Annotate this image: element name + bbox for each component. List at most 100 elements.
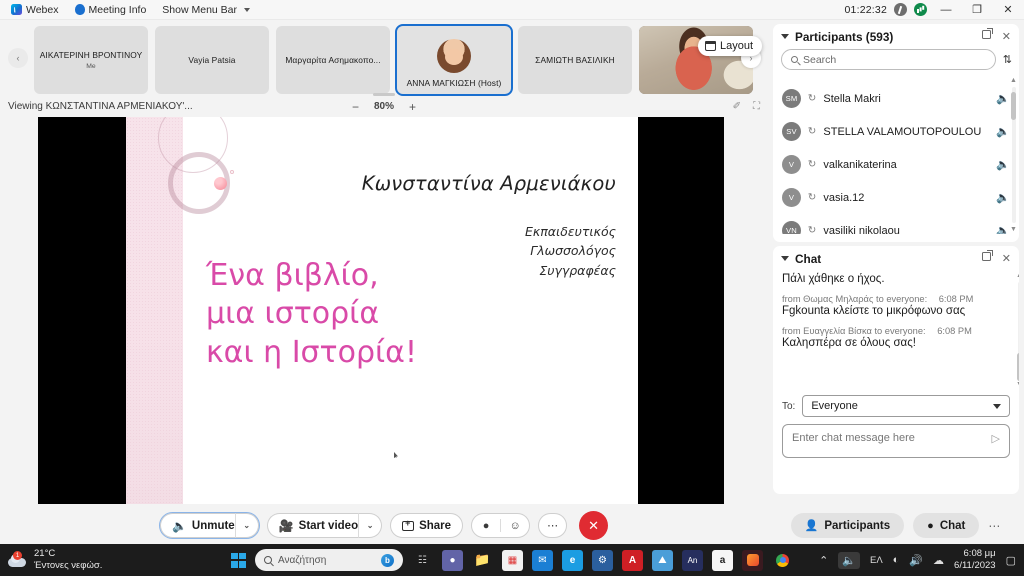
panel-more-icon[interactable]: ⋯ [988, 519, 1001, 533]
taskbar-app-chrome[interactable] [772, 550, 793, 571]
taskbar-app-anydesk[interactable]: An [682, 549, 703, 571]
layout-button[interactable]: Layout [697, 36, 762, 56]
chat-toggle-button[interactable]: ● Chat [913, 513, 980, 538]
taskbar-app-microsoft-store[interactable]: ▦ [502, 549, 523, 571]
webex-app-menu[interactable]: Webex [6, 1, 64, 19]
taskbar-app-adobe-reader[interactable]: A [622, 549, 643, 571]
chat-title: Chat [795, 251, 822, 266]
popout-icon[interactable] [981, 28, 993, 39]
to-label: To: [782, 400, 796, 412]
chevron-down-icon [993, 403, 1001, 409]
minimize-button[interactable]: — [934, 1, 958, 19]
start-video-button[interactable]: 🎥 Start video [266, 513, 359, 538]
chat-message-list[interactable]: Πάλι χάθηκε ο ήχος. from Θωμας Μηλαράς t… [773, 271, 1019, 389]
close-icon[interactable]: ✕ [1002, 252, 1011, 265]
taskbar-app-mail[interactable]: ✉ [532, 549, 553, 571]
volume-icon[interactable]: 🔊 [909, 554, 923, 567]
thumbnail-participant-5[interactable]: ΣΑΜΙΩΤΗ ΒΑΣΙΛΙΚΗ [518, 26, 632, 94]
meeting-info-button[interactable]: Meeting Info [70, 1, 152, 19]
taskbar-app-teams[interactable]: ● [442, 549, 463, 571]
language-indicator[interactable]: ΕΛ [870, 555, 883, 566]
participants-list[interactable]: SM ↻ Stella Makri 🔈 SV ↻ STELLA VALAMOUT… [773, 76, 1019, 234]
chat-scrollbar[interactable]: ▲ ▼ [1016, 272, 1019, 388]
end-meeting-button[interactable]: ✕ [579, 511, 609, 540]
more-options-button[interactable]: ⋯ [538, 513, 568, 538]
unmute-button[interactable]: 🔈 Unmute [159, 513, 235, 538]
webex-logo-icon [11, 4, 22, 15]
bing-chat-icon[interactable]: b [381, 553, 394, 567]
mic-muted-icon[interactable]: 🔈 [996, 158, 1010, 171]
taskbar-app-photos[interactable]: ⛰ [652, 549, 673, 571]
chat-recipient-select[interactable]: Everyone [802, 395, 1010, 417]
taskbar-app-file-explorer[interactable]: 📁 [472, 550, 493, 571]
close-button[interactable]: ✕ [996, 1, 1020, 19]
presentation-slide[interactable]: Κωνσταντίνα Αρμενιάκου Εκπαιδευτικός Γλω… [38, 117, 724, 504]
microphone-muted-icon[interactable]: 🔈 [838, 551, 860, 569]
scrollbar-thumb[interactable] [1017, 353, 1019, 381]
audio-options-button[interactable]: ⌄ [234, 513, 259, 538]
thumbnail-list: ΑΙΚΑΤΕΡΙΝΗ ΒΡΟΝΤΙΝΟΥ Me Vayia Patsia Μαρ… [34, 24, 753, 96]
collapse-chevron-icon[interactable] [781, 34, 789, 39]
mic-muted-icon[interactable]: 🔈 [996, 191, 1010, 204]
scroll-up-arrow-icon[interactable]: ▲ [1010, 77, 1017, 84]
thumbnails-prev-button[interactable]: ‹ [8, 48, 28, 68]
scroll-down-arrow-icon[interactable]: ▼ [1010, 226, 1017, 233]
onedrive-icon[interactable]: ☁ [933, 554, 944, 567]
zoom-out-button[interactable]: − [350, 100, 361, 114]
avatar: V [782, 155, 801, 174]
mic-muted-icon[interactable]: 🔈 [996, 92, 1010, 105]
thumbnail-participant-2[interactable]: Vayia Patsia [155, 26, 269, 94]
scroll-up-arrow-icon[interactable]: ▲ [1016, 272, 1019, 279]
collapse-chevron-icon[interactable] [781, 256, 789, 261]
share-button[interactable]: Share [390, 513, 464, 538]
taskbar-search-placeholder: Αναζήτηση [278, 554, 327, 566]
participant-row[interactable]: V ↻ valkanikaterina 🔈 [773, 148, 1019, 181]
video-options-button[interactable]: ⌄ [358, 513, 383, 538]
raise-hand-icon[interactable]: ● [472, 520, 500, 532]
shared-content-area: Κωνσταντίνα Αρμενιάκου Εκπαιδευτικός Γλω… [0, 117, 768, 507]
mic-muted-icon[interactable]: 🔈 [996, 224, 1010, 234]
weather-text: 21°C Έντονες νεφώσ. [34, 548, 102, 572]
chat-input-placeholder: Enter chat message here [792, 432, 915, 444]
mic-muted-icon[interactable]: 🔈 [996, 125, 1010, 138]
connection-status-icon[interactable] [894, 3, 907, 16]
close-icon[interactable]: ✕ [1002, 30, 1011, 43]
notifications-icon[interactable]: ▢ [1006, 554, 1016, 567]
participant-row[interactable]: V ↻ vasia.12 🔈 [773, 181, 1019, 214]
tray-expand-icon[interactable]: ⌃ [819, 554, 828, 567]
participant-row[interactable]: VN ↻ vasiliki nikolaou 🔈 [773, 214, 1019, 234]
network-quality-icon[interactable] [914, 3, 927, 16]
taskbar-clock[interactable]: 6:08 μμ 6/11/2023 [954, 548, 996, 572]
fullscreen-icon[interactable]: ⛶ [753, 101, 760, 112]
search-input[interactable]: Search [781, 49, 996, 70]
participants-toggle-button[interactable]: 👤 Participants [790, 513, 905, 538]
taskbar-search-box[interactable]: Αναζήτηση b [255, 549, 403, 571]
annotate-icon[interactable]: ✐ [733, 101, 741, 112]
start-button[interactable] [231, 552, 246, 568]
wifi-icon[interactable]: ◐ [893, 554, 900, 566]
maximize-button[interactable]: ❐ [965, 1, 989, 19]
slide-role-1: Εκπαιδευτικός [524, 224, 616, 239]
participants-scrollbar[interactable]: ▲ ▼ [1010, 77, 1017, 233]
chat-input[interactable]: Enter chat message here ▷ [782, 424, 1010, 458]
thumbnail-participant-3[interactable]: Μαργαρίτα Ασημακοπο... [276, 26, 390, 94]
thumbnail-participant-host[interactable]: ΑΝΝΑ ΜΑΓΚΙΩΣΗ (Host) [395, 24, 513, 96]
show-menu-bar-button[interactable]: Show Menu Bar [157, 1, 255, 19]
taskbar-app-amazon[interactable]: a [712, 549, 733, 571]
taskbar-weather-widget[interactable]: 1 21°C Έντονες νεφώσ. [0, 548, 102, 572]
taskbar-app-webex[interactable] [742, 549, 763, 571]
right-side-panel: Participants (593) ✕ Search ⇅ SM ↻ Stell… [768, 20, 1024, 507]
participant-row[interactable]: SM ↻ Stella Makri 🔈 [773, 82, 1019, 115]
emoji-reaction-icon[interactable]: ☺ [501, 520, 529, 532]
popout-icon[interactable] [981, 250, 993, 261]
scroll-down-arrow-icon[interactable]: ▼ [1016, 381, 1019, 388]
zoom-in-button[interactable]: + [407, 100, 418, 114]
taskbar-app-edge[interactable]: e [562, 549, 583, 571]
thumbnail-participant-1[interactable]: ΑΙΚΑΤΕΡΙΝΗ ΒΡΟΝΤΙΝΟΥ Me [34, 26, 148, 94]
taskbar-app-task-view[interactable]: ☷ [412, 550, 433, 571]
send-icon[interactable]: ▷ [992, 432, 1000, 445]
sort-icon[interactable]: ⇅ [1003, 53, 1012, 66]
scrollbar-thumb[interactable] [1011, 92, 1016, 120]
participant-row[interactable]: SV ↻ STELLA VALAMOUTOPOULOU 🔈 [773, 115, 1019, 148]
taskbar-app-settings[interactable]: ⚙ [592, 549, 613, 571]
